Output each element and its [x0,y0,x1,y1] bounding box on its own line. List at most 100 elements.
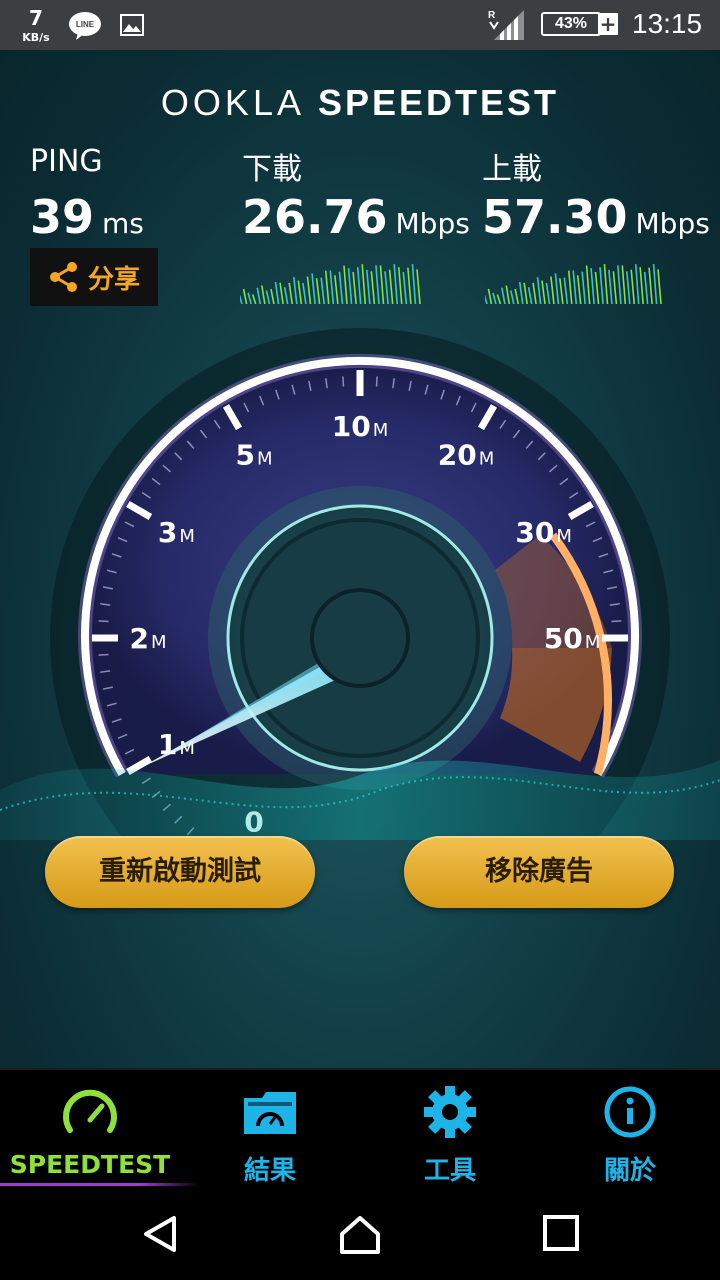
share-icon [49,262,77,292]
tab-tools-label: 工具 [423,1156,476,1186]
gear-icon [424,1086,476,1138]
sparkline-bar [397,267,403,304]
sparkline-bar [402,271,408,304]
sparkline-bar [634,264,640,304]
sparkline-bar [585,265,591,304]
network-speed-value: 7 [29,6,43,30]
network-speed-unit: KB/s [22,31,50,44]
sparkline-bar [370,271,376,304]
sparkline-bar [559,278,564,304]
sparkline-bar [630,269,636,304]
sparkline-bar [603,264,609,304]
info-icon [604,1086,656,1138]
sparkline-bar [567,270,573,304]
share-button[interactable]: 分享 [30,248,158,306]
back-icon[interactable] [140,1214,180,1254]
sparkline-bar [523,282,528,304]
sparkline-bar [324,270,330,304]
sparkline-bar [270,288,275,304]
tab-about-label: 關於 [603,1156,656,1186]
android-nav-bar [0,1186,720,1280]
sparkline-bar [384,271,389,304]
sparkline-bar [485,294,488,304]
sparkline-bar [514,288,520,304]
ping-label: PING [30,144,103,179]
speedtest-screen: OOKLA SPEEDTEST PING 39 ms 下載 26.76 Mbps 上… [0,50,720,1068]
sparkline-bar [356,267,362,304]
sparkline-bar [576,275,582,304]
sparkline-bar [492,292,497,304]
sparkline-bar [302,282,307,304]
network-speed: 7 KB/s [14,6,58,44]
remove-ads-button[interactable]: 移除廣告 [404,836,674,908]
tab-tools[interactable]: 工具 [360,1070,540,1188]
sparkline-bar [240,294,243,304]
sparkline-bar [550,276,555,304]
logo-speedtest: SPEEDTEST [318,82,560,123]
sparkline-bar [554,273,560,304]
tab-about[interactable]: 關於 [540,1070,720,1188]
home-icon[interactable] [338,1214,382,1256]
sparkline-bar [343,265,348,304]
sparkline-bar [487,288,493,304]
bottom-tab-bar: SPEEDTEST 結果 工具 關於 [0,1068,720,1188]
sparkline-bar [518,281,524,304]
signal-icon: R [488,10,524,40]
sparkline-bar [365,269,371,304]
sparkline-bar [297,280,303,304]
sparkline-bar [251,294,257,304]
sparkline-bar [532,282,537,304]
sparkline-bar [657,269,662,304]
logo-ookla: OOKLA [160,82,305,123]
upload-sparkline [485,264,662,304]
sparkline-bar [501,287,506,304]
sparkline-bar [416,269,421,304]
sparkline-bar [347,268,353,304]
ping-unit: ms [102,207,144,240]
sparkline-bar [352,271,357,304]
sparkline-bar [407,267,412,304]
restart-test-button[interactable]: 重新啟動測試 [45,836,315,908]
gauge-minor-tick [98,653,109,656]
sparkline-bar [256,287,262,304]
speed-gauge: 01M2M3M5M10M20M30M50M [0,328,720,840]
gauge-minor-tick [375,376,378,387]
sparkline-bar [283,287,289,304]
app-logo: OOKLA SPEEDTEST [0,82,720,124]
sparkline-bar [320,277,325,304]
gauge-minor-tick [98,620,109,623]
sparkline-bar [329,270,335,304]
sparkline-bar [527,287,533,304]
sparkline-bar [545,282,551,304]
sparkline-bar [509,290,515,304]
tab-speedtest-label: SPEEDTEST [9,1150,171,1179]
sparkline-bar [536,277,542,304]
sparkline-bar [315,278,321,304]
download-sparkline [240,264,421,304]
sparkline-bar [306,276,312,304]
sparkline-bar [375,265,380,304]
tab-results[interactable]: 結果 [180,1070,360,1188]
line-app-icon: LINE [69,12,101,40]
sparkline-bar [612,271,618,304]
recent-apps-icon[interactable] [542,1214,580,1252]
charging-icon: + [598,12,618,36]
gauge-minor-tick [611,620,622,623]
gallery-icon [120,14,144,36]
tab-speedtest[interactable]: SPEEDTEST [0,1070,200,1188]
sparkline-bar [599,267,604,304]
battery-indicator: 43% [541,12,601,36]
sparkline-bar [648,267,653,304]
sparkline-bar [274,281,280,304]
upload-result: 57.30 Mbps [482,190,710,244]
sparkline-bar [265,290,271,304]
status-bar: 7 KB/s LINE R 43% + 13:15 [0,0,720,50]
download-result: 26.76 Mbps [242,190,470,244]
sparkline-bar [594,271,600,304]
ping-value: 39 [30,190,95,244]
sparkline-bar [563,277,569,304]
sparkline-bar [338,271,344,304]
sparkline-bar [643,271,649,304]
sparkline-bar [621,265,627,304]
sparkline-bar [581,271,586,304]
